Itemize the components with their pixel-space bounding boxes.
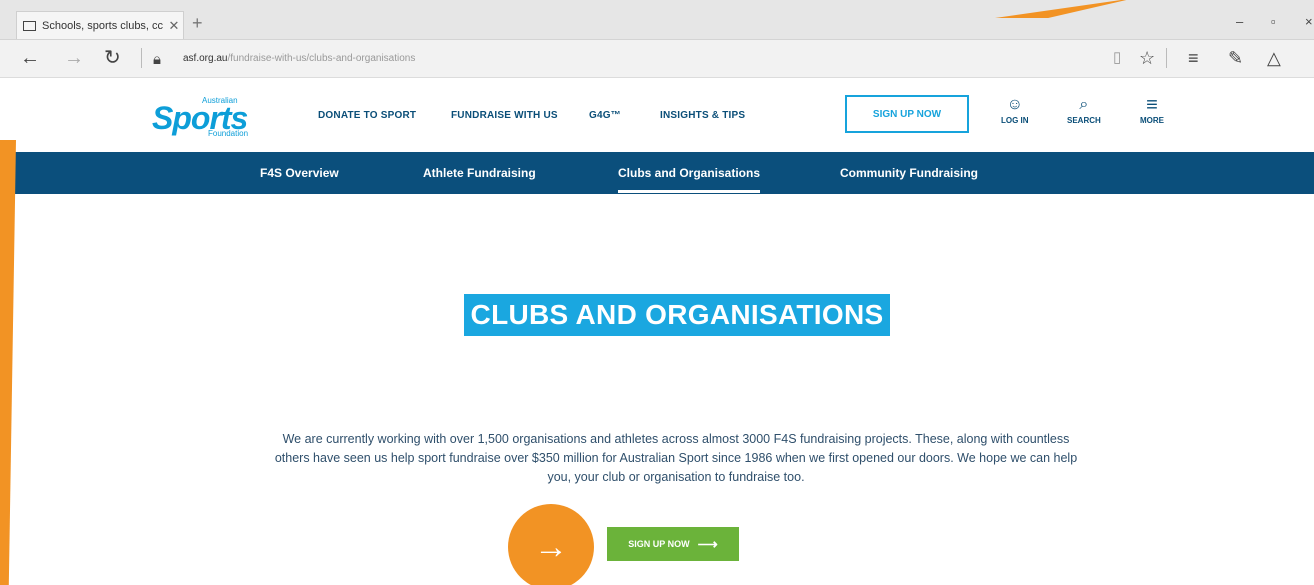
url-host: asf.org.au	[183, 53, 228, 64]
forward-icon[interactable]: →	[64, 48, 84, 68]
browser-toolbar: ← → ↻ 🔒︎ asf.org.au/fundraise-with-us/cl…	[0, 40, 1314, 78]
address-field[interactable]: asf.org.au/fundraise-with-us/clubs-and-o…	[183, 53, 415, 64]
back-icon[interactable]: ←	[20, 48, 40, 68]
hub-icon[interactable]: ≡	[1188, 49, 1199, 67]
intro-paragraph: We are currently working with over 1,500…	[274, 432, 1078, 484]
toolbar-divider	[1166, 48, 1167, 68]
search-label: SEARCH	[1067, 116, 1101, 125]
sign-up-now-button[interactable]: SIGN UP NOW ⟶	[607, 527, 739, 561]
browser-tab[interactable]: Schools, sports clubs, cc ✕	[16, 11, 184, 39]
search-icon: ⌕	[1079, 96, 1089, 113]
nav-donate-to-sport[interactable]: DONATE TO SPORT	[318, 110, 416, 121]
user-icon: ☺	[1006, 96, 1023, 113]
search-button[interactable]: ⌕ SEARCH	[1067, 96, 1101, 125]
orange-arrow-pointer-icon: →	[508, 504, 594, 585]
orange-decorative-shape-left	[0, 140, 16, 585]
browser-tab-bar: Schools, sports clubs, cc ✕ + – ▫ ×	[0, 0, 1314, 40]
tab-title: Schools, sports clubs, cc	[42, 19, 164, 32]
screen: Schools, sports clubs, cc ✕ + – ▫ × ← → …	[0, 0, 1314, 585]
nav-insights-tips[interactable]: INSIGHTS & TIPS	[660, 110, 745, 121]
subnav-athlete-fundraising[interactable]: Athlete Fundraising	[423, 166, 536, 180]
share-icon[interactable]: △	[1267, 49, 1281, 67]
cta-label: SIGN UP NOW	[628, 539, 690, 549]
tab-page-icon	[23, 20, 36, 31]
url-path: /fundraise-with-us/clubs-and-organisatio…	[227, 53, 416, 64]
hamburger-menu-icon: ≡	[1146, 94, 1158, 116]
favorite-star-icon[interactable]: ☆	[1139, 49, 1155, 67]
close-window-icon[interactable]: ×	[1305, 14, 1313, 29]
logo-sub-text: Foundation	[208, 129, 249, 138]
toolbar-divider	[141, 48, 142, 68]
header-sign-up-button[interactable]: SIGN UP NOW	[845, 95, 969, 133]
asf-logo[interactable]: Australian Sports Foundation	[152, 96, 282, 138]
new-tab-button[interactable]: +	[192, 14, 203, 32]
nav-fundraise-with-us[interactable]: FUNDRAISE WITH US	[451, 110, 558, 121]
lock-icon: 🔒︎	[153, 51, 161, 68]
site-header: Australian Sports Foundation DONATE TO S…	[0, 78, 1314, 152]
sub-navigation: F4S Overview Athlete Fundraising Clubs a…	[0, 152, 1314, 194]
tab-close-icon[interactable]: ✕	[165, 18, 183, 34]
login-button[interactable]: ☺ LOG IN	[1001, 96, 1029, 125]
nav-g4g[interactable]: G4G™	[589, 110, 621, 121]
arrow-right-icon: ⟶	[697, 536, 718, 552]
web-note-icon[interactable]: ✎	[1228, 49, 1243, 67]
subnav-community-fundraising[interactable]: Community Fundraising	[840, 166, 978, 180]
login-label: LOG IN	[1001, 116, 1029, 125]
refresh-icon[interactable]: ↻	[104, 48, 121, 68]
more-button[interactable]: ≡ MORE	[1140, 94, 1164, 125]
page-title: CLUBS AND ORGANISATIONS	[464, 294, 890, 336]
more-label: MORE	[1140, 116, 1164, 125]
subnav-clubs-and-organisations[interactable]: Clubs and Organisations	[618, 166, 761, 193]
maximize-icon[interactable]: ▫	[1271, 14, 1276, 29]
subnav-f4s-overview[interactable]: F4S Overview	[260, 166, 339, 180]
reading-view-icon[interactable]: ▯	[1113, 49, 1121, 67]
minimize-icon[interactable]: –	[1236, 14, 1243, 29]
